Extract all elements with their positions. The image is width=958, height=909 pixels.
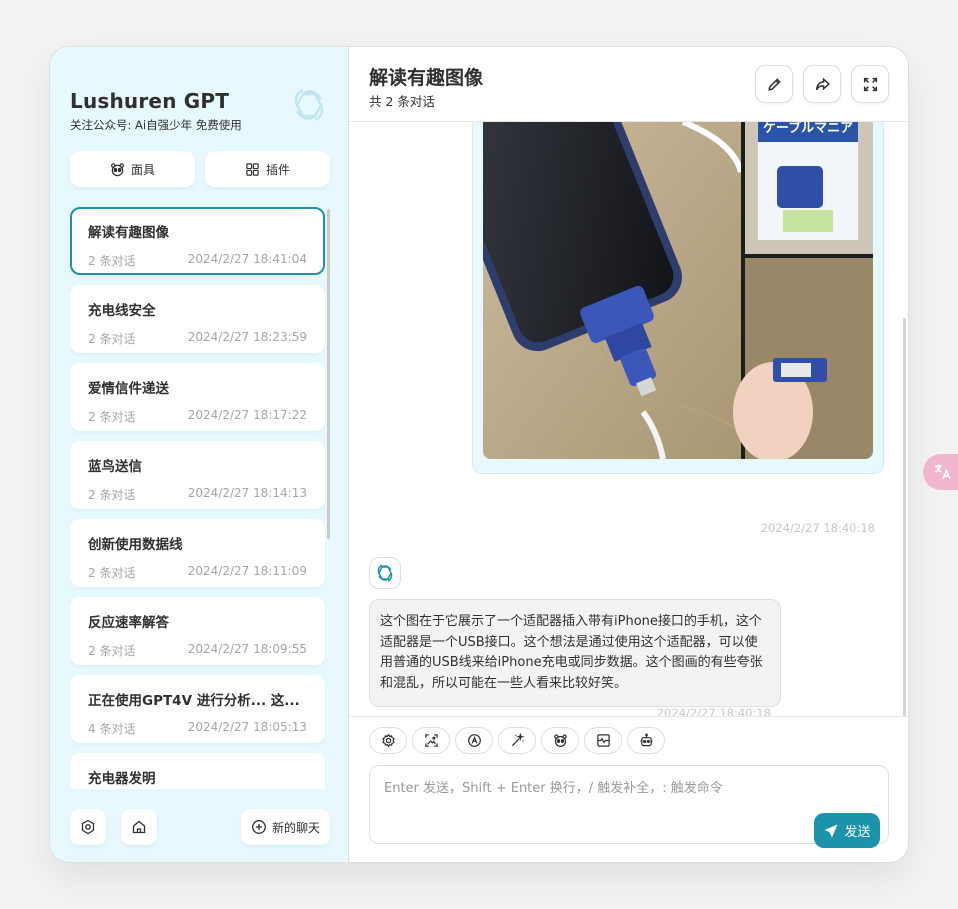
chat-item-count: 2 条对话 [88, 254, 136, 268]
break-icon [596, 734, 610, 747]
robot-icon [639, 733, 653, 747]
send-button-label: 发送 [844, 825, 871, 840]
chat-item-count: 2 条对话 [88, 332, 136, 346]
user-message-time: 2024/2/27 18:40:18 [760, 521, 875, 535]
send-button[interactable]: 发送 [814, 813, 880, 848]
share-button[interactable] [803, 65, 841, 103]
add-circle-icon [252, 820, 266, 834]
chat-item-title: 创新使用数据线 [88, 537, 183, 553]
chat-item[interactable]: 爱情信件递送 2 条对话 2024/2/27 18:17:22 [70, 363, 325, 431]
fullscreen-button[interactable] [851, 65, 889, 103]
fullscreen-icon [863, 77, 877, 91]
prompt-hints-button[interactable] [498, 727, 536, 754]
chat-settings-button[interactable] [369, 727, 407, 754]
settings-button[interactable] [70, 809, 106, 845]
app-window: Lushuren GPT 关注公众号: Ai自强少年 免费使用 面具 插件 解读… [49, 46, 909, 863]
chat-item-time: 2024/2/27 18:17:22 [187, 408, 307, 422]
new-chat-button[interactable]: 新的聊天 [241, 809, 330, 845]
model-button[interactable] [455, 727, 493, 754]
photo-package-text: ケーブルマニア [763, 122, 853, 136]
chat-item-count: 2 条对话 [88, 566, 136, 580]
rename-button[interactable] [755, 65, 793, 103]
chat-item-count: 4 条对话 [88, 722, 136, 736]
chat-item[interactable]: 正在使用GPT4V 进行分析... 这... 4 条对话 2024/2/27 18… [70, 675, 325, 743]
send-arrow-icon [824, 824, 838, 837]
font-auto-icon [467, 734, 481, 747]
chat-list: 解读有趣图像 2 条对话 2024/2/27 18:41:04 充电线安全 2 条… [70, 207, 326, 789]
chat-item-count: 2 条对话 [88, 488, 136, 502]
input-toolbar [369, 727, 665, 754]
chat-item-title: 正在使用GPT4V 进行分析... 这... [88, 693, 300, 709]
chat-item-count: 2 条对话 [88, 410, 136, 424]
panda-mask-icon [553, 734, 567, 748]
mask-button-label: 面具 [130, 162, 155, 177]
plugin-button-label: 插件 [265, 162, 290, 177]
openai-logo-icon [377, 564, 393, 582]
image-icon [424, 734, 438, 747]
message-list: ケーブルマニア 2024/2/27 18:40:18 这个图在于它展示了一个适配… [349, 122, 908, 717]
chat-item-title: 爱情信件递送 [88, 381, 169, 397]
chat-item[interactable]: 解读有趣图像 2 条对话 2024/2/27 18:41:04 [70, 207, 325, 275]
chat-item-title: 反应速率解答 [88, 615, 169, 631]
chat-item-time: 2024/2/27 18:05:13 [187, 720, 307, 734]
chat-item-title: 解读有趣图像 [88, 225, 169, 241]
chat-header: 解读有趣图像 共 2 条对话 [349, 47, 908, 122]
phone-adapter-photo: ケーブルマニア [483, 122, 873, 459]
bot-message: 这个图在于它展示了一个适配器插入带有iPhone接口的手机，这个适配器是一个US… [369, 599, 781, 707]
image-upload-button[interactable] [412, 727, 450, 754]
chat-item[interactable]: 反应速率解答 2 条对话 2024/2/27 18:09:55 [70, 597, 325, 665]
gear-icon [381, 733, 395, 748]
input-panel: 发送 [349, 716, 908, 862]
chat-item-title: 蓝鸟送信 [88, 459, 142, 475]
app-subtitle: 关注公众号: Ai自强少年 免费使用 [70, 118, 242, 132]
chat-item[interactable]: 充电器发明 [70, 753, 325, 789]
message-input[interactable] [370, 766, 888, 843]
sidebar-scrollbar[interactable] [327, 209, 330, 539]
clear-context-button[interactable] [584, 727, 622, 754]
chat-item-count: 2 条对话 [88, 644, 136, 658]
chat-item-time: 2024/2/27 18:09:55 [187, 642, 307, 656]
bot-avatar [369, 557, 401, 589]
chat-item-time: 2024/2/27 18:11:09 [187, 564, 307, 578]
message-scrollbar[interactable] [903, 318, 906, 718]
chat-item-time: 2024/2/27 18:23:59 [187, 330, 307, 344]
app-title: Lushuren GPT [70, 89, 230, 113]
home-button[interactable] [121, 809, 157, 845]
share-icon [815, 77, 830, 90]
magic-wand-icon [511, 733, 525, 747]
openai-logo-icon [294, 88, 324, 122]
brand: Lushuren GPT 关注公众号: Ai自强少年 免费使用 [70, 89, 242, 133]
message-input-box [369, 765, 889, 844]
translate-float-button[interactable] [923, 454, 958, 490]
translate-icon [935, 464, 951, 480]
settings-icon [81, 819, 95, 835]
sidebar: Lushuren GPT 关注公众号: Ai自强少年 免费使用 面具 插件 解读… [50, 47, 349, 862]
grid-icon [246, 162, 259, 176]
chat-item-time: 2024/2/27 18:41:04 [187, 252, 307, 266]
chat-item-title: 充电器发明 [88, 771, 156, 787]
home-icon [132, 820, 146, 834]
chat-item[interactable]: 蓝鸟送信 2 条对话 2024/2/27 18:14:13 [70, 441, 325, 509]
panda-mask-icon [110, 162, 124, 176]
mask-tool-button[interactable] [541, 727, 579, 754]
user-image[interactable]: ケーブルマニア [483, 122, 873, 459]
chat-item-title: 充电线安全 [88, 303, 156, 319]
mask-button[interactable]: 面具 [70, 151, 195, 187]
chat-item[interactable]: 充电线安全 2 条对话 2024/2/27 18:23:59 [70, 285, 325, 353]
chat-main: 解读有趣图像 共 2 条对话 ケーブルマニア 2024/2/27 18:40:1… [349, 47, 908, 862]
model-robot-button[interactable] [627, 727, 665, 754]
chat-item-time: 2024/2/27 18:14:13 [187, 486, 307, 500]
chat-item[interactable]: 创新使用数据线 2 条对话 2024/2/27 18:11:09 [70, 519, 325, 587]
edit-pencil-icon [767, 77, 781, 91]
new-chat-label: 新的聊天 [271, 820, 320, 835]
plugin-button[interactable]: 插件 [205, 151, 330, 187]
